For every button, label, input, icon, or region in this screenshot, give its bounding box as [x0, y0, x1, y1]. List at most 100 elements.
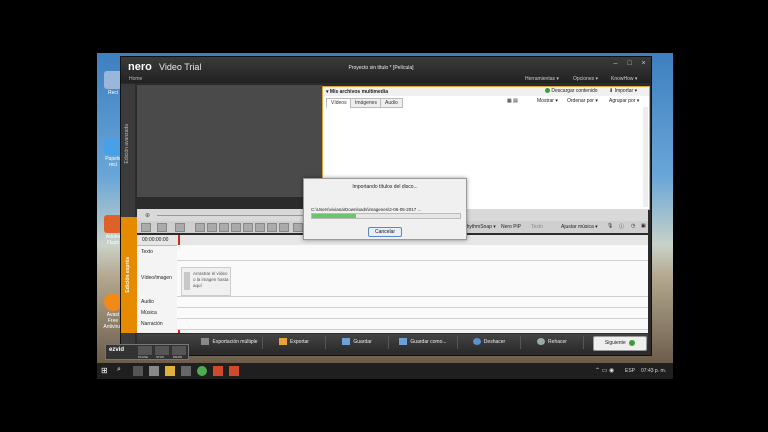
advanced-edit-label: Edición avanzada: [124, 124, 130, 164]
film-icon: [184, 272, 190, 290]
preview-scrubber[interactable]: [157, 215, 322, 216]
group-dropdown[interactable]: Agrupar por ▾: [609, 98, 639, 104]
app-icon[interactable]: [181, 366, 191, 376]
settings-icon[interactable]: ▣: [641, 223, 646, 229]
next-label: Siguiente: [604, 340, 626, 346]
marker-icon[interactable]: [293, 223, 303, 232]
cancel-button[interactable]: Cancelar: [368, 227, 402, 237]
track-video: Vídeo/imagen Arrastrar el vídeo o la ima…: [137, 261, 648, 297]
window-title: Proyecto sin título * [Película]: [348, 65, 414, 71]
track-area[interactable]: [177, 308, 648, 319]
desktop-icon-label: Reci: [107, 90, 118, 96]
next-button[interactable]: Siguiente: [593, 336, 647, 351]
media-scrollbar[interactable]: [643, 107, 648, 207]
taskbar: ⊞ ⌕ ⌃ ▭ ◉ ESP 07:43 p. m.: [97, 363, 673, 379]
stop-icon[interactable]: [155, 346, 169, 355]
media-header: ▾ Mis archivos multimedia Descargar cont…: [323, 87, 649, 96]
app-icon-2[interactable]: [213, 366, 223, 376]
clock[interactable]: 07:43 p. m.: [641, 368, 666, 374]
home-link[interactable]: Home: [129, 76, 142, 82]
import-icon: ⬇: [609, 88, 614, 94]
undo-label: Deshacer: [483, 339, 506, 345]
file-explorer-icon[interactable]: [165, 366, 175, 376]
grid-view-icon[interactable]: ▦ ▤: [507, 98, 518, 104]
sort-dropdown[interactable]: Ordenar por ▾: [567, 98, 598, 104]
microphone-icon[interactable]: 🎙: [607, 223, 613, 229]
tab-videos[interactable]: Vídeos: [326, 98, 352, 108]
track-area[interactable]: [177, 245, 648, 261]
drop-zone[interactable]: Arrastrar el vídeo o la imagen hasta aqu…: [181, 267, 231, 296]
save-as-button[interactable]: Guardar como...: [389, 336, 458, 349]
loop-icon[interactable]: [279, 223, 289, 232]
track-area[interactable]: [177, 261, 648, 297]
import-label: Importar ▾: [614, 88, 638, 94]
pause-label: PAUSE: [138, 355, 148, 359]
export-button[interactable]: Exportar: [263, 336, 326, 349]
adjust-music-button[interactable]: Ajustar música ▾: [561, 224, 598, 230]
scrubber-knob-icon[interactable]: ⊕: [145, 212, 150, 219]
cut-icon[interactable]: [195, 223, 205, 232]
export-icon: [279, 338, 288, 346]
maximize-icon[interactable]: □: [623, 59, 636, 68]
redo-icon: [537, 338, 546, 346]
layout-icon[interactable]: [175, 223, 185, 232]
task-view-icon[interactable]: [133, 366, 143, 376]
chrome-icon[interactable]: [197, 366, 207, 376]
redo-button[interactable]: Rehacer: [521, 336, 584, 349]
clock-icon[interactable]: ◷: [631, 223, 635, 229]
store-icon[interactable]: [149, 366, 159, 376]
pause-icon[interactable]: [138, 346, 152, 355]
tab-audio[interactable]: Audio: [380, 98, 403, 108]
ezvid-logo: ezvid: [109, 347, 125, 353]
nero-pip-button[interactable]: Nero PiP: [501, 224, 521, 230]
track-music: Música: [137, 308, 648, 319]
download-content-button[interactable]: Descargar contenido: [545, 88, 598, 94]
skip-back-icon[interactable]: [231, 223, 241, 232]
play-icon[interactable]: [243, 223, 253, 232]
search-icon[interactable]: ⌕: [117, 366, 127, 376]
rhythmsnap-button[interactable]: RhythmSnap ▾: [463, 224, 496, 230]
texto-button[interactable]: Texto: [531, 224, 543, 230]
undo-button[interactable]: Deshacer: [458, 336, 521, 349]
split-icon[interactable]: [207, 223, 217, 232]
trim-icon[interactable]: [219, 223, 229, 232]
menu-options[interactable]: Opciones ▾: [573, 76, 598, 82]
tab-images[interactable]: Imágenes: [350, 98, 382, 108]
desktop-icon-label: Papele reci: [105, 156, 121, 168]
minimize-icon[interactable]: –: [609, 59, 622, 68]
tray-icons[interactable]: ⌃ ▭ ◉: [595, 367, 614, 374]
import-button[interactable]: ⬇ Importar ▾: [609, 88, 637, 94]
menu-knowhow[interactable]: KnowHow ▾: [611, 76, 637, 82]
express-edit-strip[interactable]: Edición exprés: [121, 217, 137, 333]
video-preview: [137, 85, 322, 197]
windows-start-icon[interactable]: ⊞: [101, 366, 111, 376]
track-label: Música: [141, 310, 157, 316]
track-label: Texto: [141, 249, 153, 255]
show-dropdown[interactable]: Mostrar ▾: [537, 98, 558, 104]
save-button[interactable]: Guardar: [326, 336, 389, 349]
skip-forward-icon[interactable]: [267, 223, 277, 232]
draw-icon[interactable]: [172, 346, 186, 355]
language-indicator[interactable]: ESP: [625, 368, 635, 374]
nero-taskbar-icon[interactable]: [229, 366, 239, 376]
dialog-path: C:\Users\viviana\Downloads\imagenes\2-06…: [311, 207, 422, 212]
timecode: 00:00:00:00: [142, 237, 169, 243]
save-as-label: Guardar como...: [410, 339, 447, 345]
export-multiple-button[interactable]: Exportación múltiple: [197, 336, 263, 349]
track-area[interactable]: [177, 297, 648, 308]
track-label: Vídeo/imagen: [141, 275, 172, 281]
monitor-icon[interactable]: [141, 223, 151, 232]
express-edit-label: Edición exprés: [125, 257, 131, 293]
track-area[interactable]: [177, 319, 648, 330]
download-label: Descargar contenido: [551, 88, 598, 94]
media-header-title[interactable]: ▾ Mis archivos multimedia: [326, 89, 388, 95]
stop-icon[interactable]: [255, 223, 265, 232]
track-texto: Texto: [137, 245, 648, 261]
save-icon: [342, 338, 351, 346]
redo-label: Rehacer: [548, 339, 567, 345]
info-icon[interactable]: ⓘ: [619, 223, 624, 230]
close-icon[interactable]: ×: [637, 59, 650, 68]
export-multiple-icon: [201, 338, 210, 346]
fit-icon[interactable]: [157, 223, 167, 232]
menu-tools[interactable]: Herramientas ▾: [525, 76, 559, 82]
